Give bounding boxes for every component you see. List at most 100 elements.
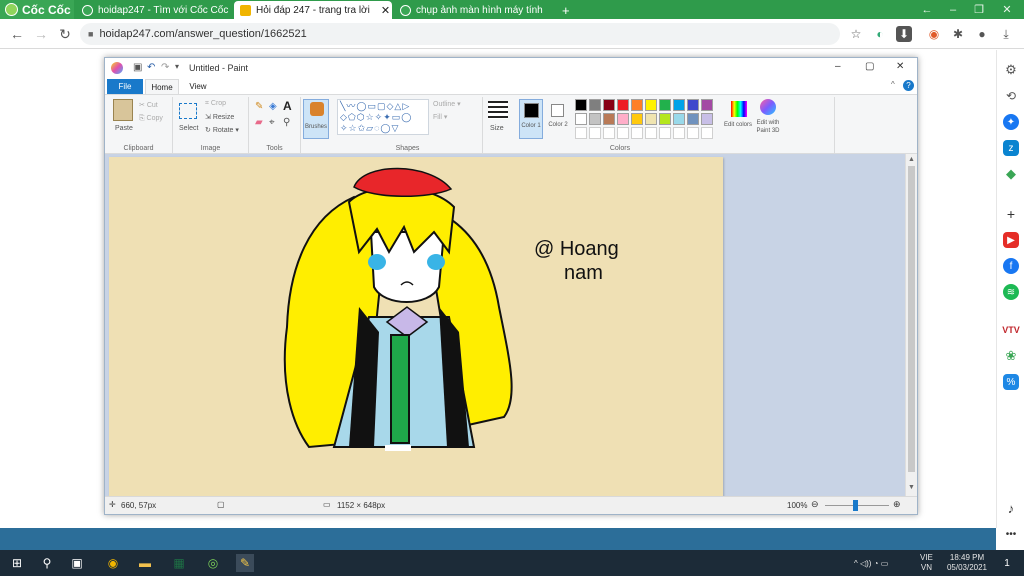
scroll-up-icon[interactable]: ▲ bbox=[908, 156, 915, 163]
cut-button[interactable]: ✂ Cut bbox=[139, 101, 158, 109]
palette-custom-swatch[interactable] bbox=[645, 127, 657, 139]
home-tab[interactable]: Home bbox=[145, 79, 179, 94]
view-tab[interactable]: View bbox=[181, 79, 215, 94]
history-icon[interactable]: ⟲ bbox=[1003, 88, 1019, 104]
settings-gear-icon[interactable]: ⚙ bbox=[1003, 62, 1019, 78]
file-explorer-icon[interactable]: ▬ bbox=[136, 554, 154, 572]
download-arrow-icon[interactable]: ⤓ bbox=[998, 26, 1014, 42]
palette-swatch[interactable] bbox=[617, 99, 629, 111]
back-arrow-icon[interactable]: ← bbox=[8, 25, 26, 43]
palette-swatch[interactable] bbox=[631, 113, 643, 125]
vtv-icon[interactable]: VTV bbox=[1002, 322, 1020, 338]
clock[interactable]: 18:49 PM 05/03/2021 bbox=[944, 550, 990, 576]
download-icon[interactable]: ⬇ bbox=[896, 26, 912, 42]
extension-icon[interactable]: ◐ bbox=[872, 26, 888, 42]
promo-icon[interactable]: % bbox=[1003, 374, 1019, 390]
paste-label[interactable]: Paste bbox=[115, 125, 133, 132]
maximize-button[interactable]: ❐ bbox=[966, 0, 992, 19]
fill-bucket-icon[interactable]: ◈ bbox=[269, 101, 277, 112]
puzzle-icon[interactable]: ✱ bbox=[950, 26, 966, 42]
coupon-icon[interactable]: ❀ bbox=[1003, 348, 1019, 364]
notification-bell-icon[interactable]: ♪ bbox=[1003, 500, 1019, 516]
eraser-icon[interactable]: ▰ bbox=[255, 117, 263, 128]
help-icon[interactable]: ? bbox=[903, 80, 914, 91]
color-picker-icon[interactable]: ⌖ bbox=[269, 117, 275, 128]
resize-button[interactable]: ⇲ Resize bbox=[205, 113, 234, 121]
add-icon[interactable]: + bbox=[1003, 206, 1019, 222]
fill-button[interactable]: Fill ▾ bbox=[433, 113, 447, 121]
outline-button[interactable]: Outline ▾ bbox=[433, 100, 461, 108]
edit-colors-button[interactable]: Edit colors bbox=[723, 99, 753, 139]
quick-access-dropdown-icon[interactable]: ▾ bbox=[175, 62, 179, 71]
shapes-gallery[interactable]: ╲〰◯▭▢◇△▷ ◇⬠⬡☆✧✦▭◯ ✧☆✩▱◌◯▽ bbox=[337, 99, 429, 135]
paint-close-button[interactable]: ✕ bbox=[896, 61, 904, 72]
palette-swatch[interactable] bbox=[631, 99, 643, 111]
rotate-button[interactable]: ↻ Rotate ▾ bbox=[205, 126, 239, 134]
palette-swatch[interactable] bbox=[575, 113, 587, 125]
scroll-thumb[interactable] bbox=[908, 166, 915, 472]
coccoc-extension-icon[interactable]: ◉ bbox=[926, 26, 942, 42]
pencil-icon[interactable]: ✎ bbox=[255, 101, 263, 112]
scroll-down-icon[interactable]: ▼ bbox=[908, 484, 915, 491]
zoom-in-icon[interactable]: ⊕ bbox=[893, 499, 901, 510]
search-icon[interactable]: ⚲ bbox=[38, 554, 56, 572]
file-tab[interactable]: File bbox=[107, 79, 143, 94]
redo-icon[interactable]: ↷ bbox=[161, 62, 169, 73]
browser-brand[interactable]: Cốc Cốc bbox=[0, 0, 74, 19]
palette-custom-swatch[interactable] bbox=[617, 127, 629, 139]
palette-swatch[interactable] bbox=[645, 113, 657, 125]
minimize-button[interactable]: – bbox=[940, 0, 966, 19]
palette-swatch[interactable] bbox=[617, 113, 629, 125]
youtube-icon[interactable]: ▶ bbox=[1003, 232, 1019, 248]
palette-swatch[interactable] bbox=[673, 99, 685, 111]
spotify-icon[interactable]: ≋ bbox=[1003, 284, 1019, 300]
palette-custom-swatch[interactable] bbox=[673, 127, 685, 139]
facebook-icon[interactable]: f bbox=[1003, 258, 1019, 274]
undo-icon[interactable]: ↶ bbox=[147, 62, 155, 73]
back-nav-icon[interactable]: ← bbox=[914, 0, 940, 19]
edit-with-paint3d-button[interactable]: Edit with Paint 3D bbox=[751, 97, 785, 137]
palette-swatch[interactable] bbox=[645, 99, 657, 111]
tab-close-icon[interactable]: ✕ bbox=[548, 4, 555, 17]
new-tab-button[interactable]: + bbox=[556, 1, 574, 19]
color2-button[interactable]: Color 2 bbox=[547, 99, 571, 139]
palette-custom-swatch[interactable] bbox=[589, 127, 601, 139]
notification-center-icon[interactable]: 1 bbox=[998, 554, 1016, 572]
messenger-icon[interactable]: ✦ bbox=[1003, 114, 1019, 130]
palette-swatch[interactable] bbox=[575, 99, 587, 111]
profile-avatar-icon[interactable]: ● bbox=[974, 26, 990, 42]
close-window-button[interactable]: ✕ bbox=[994, 0, 1020, 19]
zoom-out-icon[interactable]: ⊖ bbox=[811, 499, 819, 510]
color1-button[interactable]: Color 1 bbox=[519, 99, 543, 139]
palette-swatch[interactable] bbox=[589, 99, 601, 111]
save-icon[interactable]: ▣ bbox=[133, 62, 142, 73]
excel-icon[interactable]: ▦ bbox=[170, 554, 188, 572]
palette-swatch[interactable] bbox=[701, 113, 713, 125]
chrome-icon[interactable]: ◉ bbox=[104, 554, 122, 572]
task-view-icon[interactable]: ▣ bbox=[68, 554, 86, 572]
system-tray-icons[interactable]: ^ ◁)) ◔ ▭ bbox=[854, 550, 888, 576]
paint-taskbar-icon[interactable]: ✎ bbox=[236, 554, 254, 572]
browser-tab-3[interactable]: chụp ảnh màn hình máy tính ✕ bbox=[394, 1, 554, 19]
select-icon[interactable] bbox=[179, 103, 197, 119]
zalo-icon[interactable]: z bbox=[1003, 140, 1019, 156]
more-icon[interactable]: ••• bbox=[1003, 526, 1019, 542]
palette-swatch[interactable] bbox=[659, 99, 671, 111]
paste-icon[interactable] bbox=[113, 99, 133, 121]
palette-swatch[interactable] bbox=[701, 99, 713, 111]
tab-close-icon[interactable]: ✕ bbox=[375, 4, 390, 17]
forward-arrow-icon[interactable]: → bbox=[32, 25, 50, 43]
language-indicator[interactable]: VIE VN bbox=[920, 550, 933, 576]
paint-maximize-button[interactable]: ▢ bbox=[865, 61, 874, 72]
reload-icon[interactable]: ↻ bbox=[56, 25, 74, 43]
magnifier-icon[interactable]: ⚲ bbox=[283, 117, 290, 128]
canvas-vertical-scrollbar[interactable]: ▲ ▼ bbox=[905, 154, 917, 496]
palette-swatch[interactable] bbox=[673, 113, 685, 125]
palette-custom-swatch[interactable] bbox=[659, 127, 671, 139]
palette-swatch[interactable] bbox=[659, 113, 671, 125]
game-icon[interactable]: ◆ bbox=[1003, 166, 1019, 182]
select-label[interactable]: Select bbox=[179, 125, 198, 132]
palette-custom-swatch[interactable] bbox=[701, 127, 713, 139]
palette-custom-swatch[interactable] bbox=[631, 127, 643, 139]
palette-swatch[interactable] bbox=[687, 99, 699, 111]
